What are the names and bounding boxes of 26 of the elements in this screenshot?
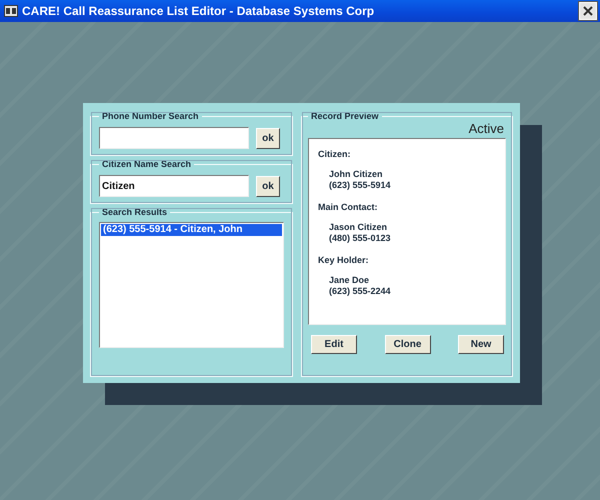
- contact-name: Jane Doe: [328, 275, 370, 286]
- app-icon: [4, 5, 18, 17]
- section-heading: Main Contact:: [318, 202, 378, 212]
- action-button[interactable]: Edit: [311, 335, 357, 354]
- contact-phone: (623) 555-2244: [328, 286, 392, 297]
- contact-phone: (480) 555-0123: [328, 233, 392, 244]
- ok-button[interactable]: ok: [256, 176, 280, 196]
- group-label: Record Preview: [310, 111, 380, 121]
- status-label: Active: [468, 121, 504, 136]
- group-label: Phone Number Search: [101, 111, 200, 121]
- contact-phone: (623) 555-5914: [328, 180, 392, 191]
- phone-input-field[interactable]: [99, 127, 249, 149]
- close-button[interactable]: [579, 2, 597, 20]
- section-heading: Citizen:: [318, 149, 352, 159]
- window-title: CARE! Call Reassurance List Editor - Database Systems Corp: [22, 4, 376, 18]
- result-item[interactable]: (623) 555-5914 - Citizen, John: [101, 224, 282, 236]
- section-heading: Key Holder:: [318, 255, 370, 265]
- group-label: Citizen Name Search: [101, 159, 192, 169]
- ok-button[interactable]: ok: [256, 128, 280, 148]
- contact-name: Jason Citizen: [328, 222, 388, 233]
- close-icon: [583, 6, 593, 16]
- contact-name: John Citizen: [328, 169, 384, 180]
- action-button[interactable]: Clone: [384, 335, 430, 354]
- name-input-field[interactable]: Citizen: [99, 175, 249, 197]
- action-button[interactable]: New: [458, 335, 504, 354]
- group-label: Search Results: [101, 207, 168, 217]
